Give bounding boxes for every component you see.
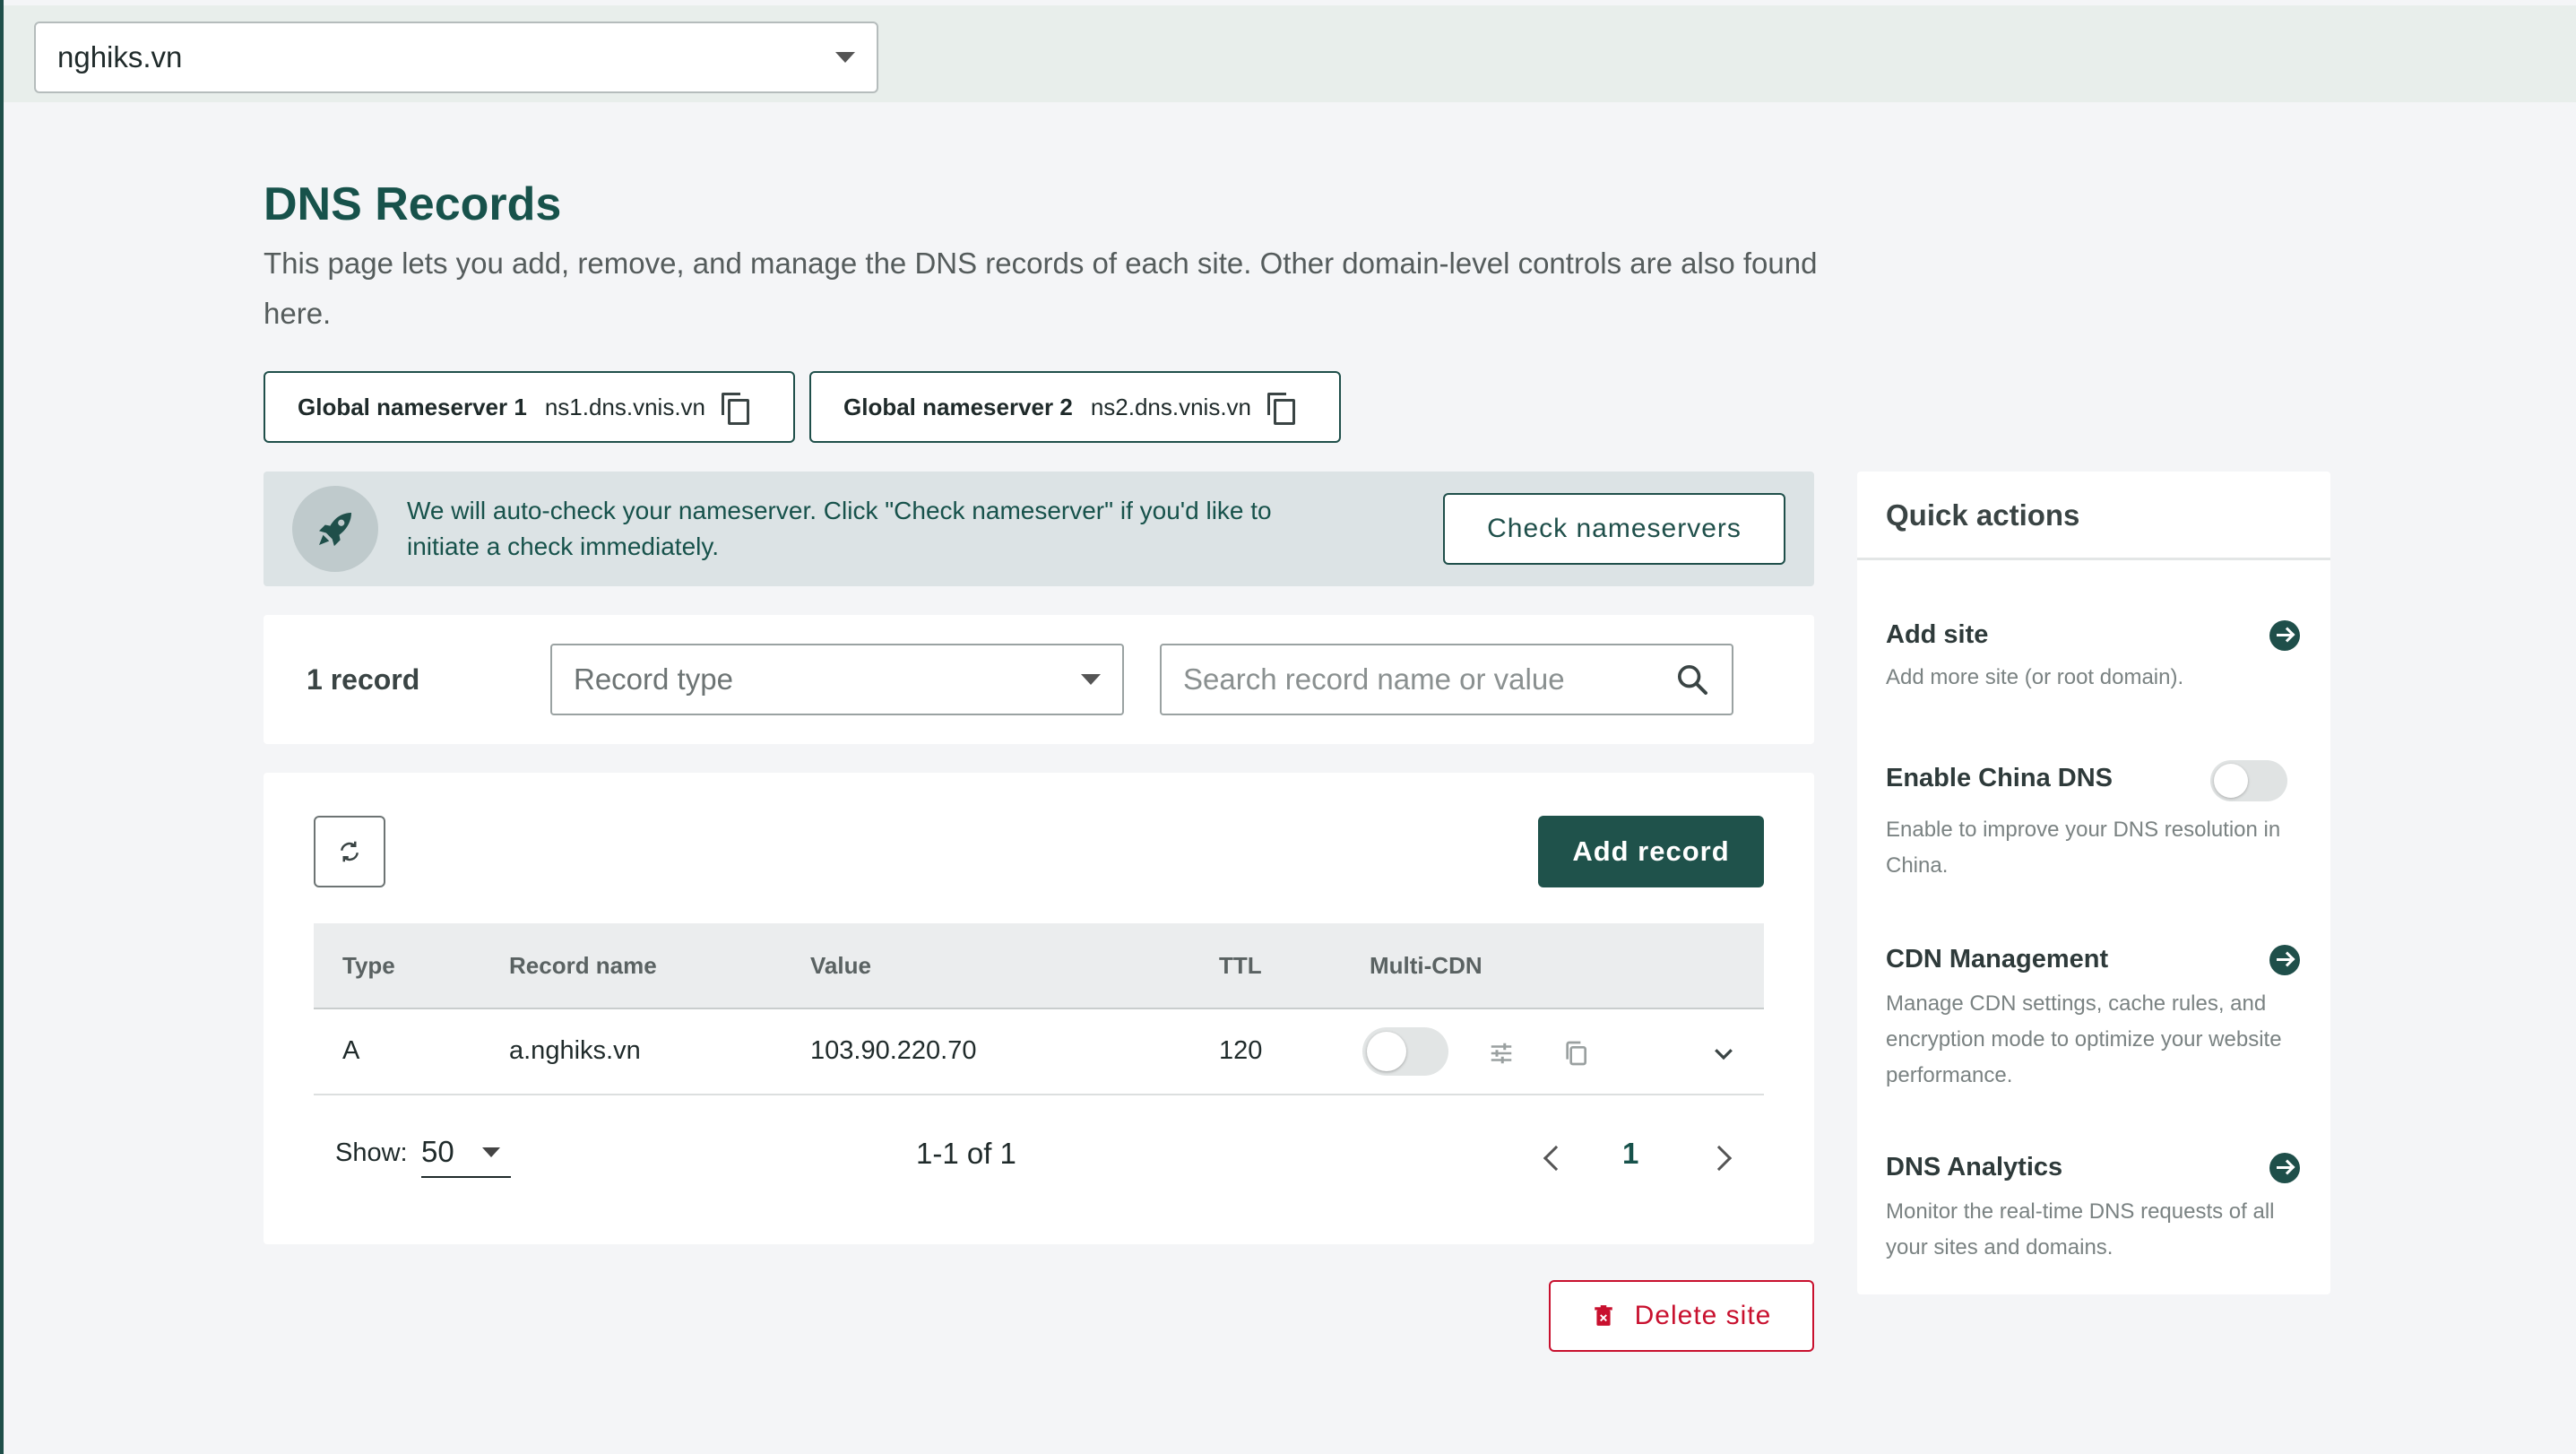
add-record-button[interactable]: Add record	[1538, 816, 1764, 887]
page-title: DNS Records	[264, 178, 562, 230]
page-size-value: 50	[421, 1135, 454, 1168]
table-row: A a.nghiks.vn 103.90.220.70 120	[314, 1009, 1764, 1095]
search-input[interactable]	[1183, 662, 1649, 697]
column-header-record-name: Record name	[509, 952, 657, 979]
chevron-down-icon[interactable]	[1710, 1040, 1737, 1067]
site-selector-value: nghiks.vn	[57, 40, 183, 74]
divider	[1857, 558, 2330, 560]
chevron-right-icon[interactable]	[1706, 1145, 1733, 1172]
quick-action-cdn-description: Manage CDN settings, cache rules, and en…	[1886, 991, 2282, 1087]
filter-bar: 1 record Record type	[264, 615, 1814, 744]
page-description: This page lets you add, remove, and mana…	[264, 247, 1818, 330]
quick-action-cdn-title[interactable]: CDN Management	[1886, 945, 2108, 974]
quick-action-china-dns-description: Enable to improve your DNS resolution in…	[1886, 818, 2281, 878]
copy-icon[interactable]	[722, 393, 750, 425]
column-header-value: Value	[810, 952, 871, 979]
copy-icon[interactable]	[1267, 393, 1296, 425]
chevron-down-icon	[835, 52, 855, 63]
delete-site-label: Delete site	[1634, 1301, 1772, 1330]
left-border	[0, 0, 4, 1454]
page-size-label: Show:	[335, 1138, 408, 1167]
china-dns-toggle[interactable]	[2210, 760, 2287, 801]
arrow-right-icon[interactable]	[2269, 620, 2300, 651]
column-header-multi-cdn: Multi-CDN	[1370, 952, 1482, 979]
quick-actions-title: Quick actions	[1886, 498, 2080, 532]
column-header-type: Type	[342, 952, 395, 979]
record-type-select[interactable]: Record type	[550, 644, 1124, 715]
page-size-select[interactable]: 50	[421, 1128, 511, 1178]
chevron-left-icon[interactable]	[1543, 1145, 1569, 1172]
quick-actions-panel: Quick actions Add site Add more site (or…	[1857, 472, 2330, 1294]
record-type: A	[342, 1036, 360, 1065]
column-header-ttl: TTL	[1219, 952, 1262, 979]
nameserver-1-value: ns1.dns.vnis.vn	[544, 393, 706, 420]
top-bar: nghiks.vn	[4, 5, 2576, 102]
quick-action-china-dns-title: Enable China DNS	[1886, 764, 2113, 792]
pagination-range: 1-1 of 1	[916, 1137, 1016, 1170]
quick-action-dns-analytics-title[interactable]: DNS Analytics	[1886, 1153, 2062, 1182]
chevron-down-icon	[1081, 674, 1101, 685]
record-name: a.nghiks.vn	[509, 1036, 641, 1065]
notice-text: We will auto-check your nameserver. Clic…	[407, 497, 1272, 560]
nameserver-1: Global nameserver 1 ns1.dns.vnis.vn	[264, 371, 795, 443]
refresh-icon	[341, 841, 359, 862]
check-nameservers-button[interactable]: Check nameservers	[1443, 493, 1785, 565]
table-header: Type Record name Value TTL Multi-CDN	[314, 923, 1764, 1009]
search-icon[interactable]	[1674, 662, 1710, 697]
multi-cdn-toggle[interactable]	[1362, 1027, 1448, 1076]
copy-icon[interactable]	[1561, 1038, 1590, 1069]
record-value: 103.90.220.70	[810, 1036, 977, 1065]
arrow-right-icon[interactable]	[2269, 1153, 2300, 1183]
nameserver-2-label: Global nameserver 2	[843, 393, 1073, 420]
quick-action-add-site-description: Add more site (or root domain).	[1886, 665, 2184, 689]
nameserver-2: Global nameserver 2 ns2.dns.vnis.vn	[809, 371, 1341, 443]
records-table-card: Add record Type Record name Value TTL Mu…	[264, 773, 1814, 1244]
trash-icon	[1594, 1305, 1612, 1326]
chevron-down-icon	[482, 1147, 500, 1157]
search-field	[1160, 644, 1733, 715]
quick-action-add-site-title[interactable]: Add site	[1886, 620, 1988, 650]
record-count: 1 record	[307, 663, 420, 696]
delete-site-button[interactable]: Delete site	[1549, 1280, 1814, 1352]
record-type-placeholder: Record type	[574, 662, 733, 696]
refresh-button[interactable]	[314, 816, 385, 887]
nameserver-notice: We will auto-check your nameserver. Clic…	[264, 472, 1814, 586]
quick-action-dns-analytics-description: Monitor the real-time DNS requests of al…	[1886, 1199, 2275, 1259]
current-page[interactable]: 1	[1622, 1137, 1638, 1171]
nameserver-2-value: ns2.dns.vnis.vn	[1090, 393, 1252, 420]
rocket-icon	[292, 486, 378, 572]
record-ttl: 120	[1219, 1036, 1263, 1065]
nameserver-1-label: Global nameserver 1	[298, 393, 527, 420]
arrow-right-icon[interactable]	[2269, 945, 2300, 975]
settings-sliders-icon[interactable]	[1488, 1040, 1515, 1067]
site-selector[interactable]: nghiks.vn	[34, 22, 878, 93]
